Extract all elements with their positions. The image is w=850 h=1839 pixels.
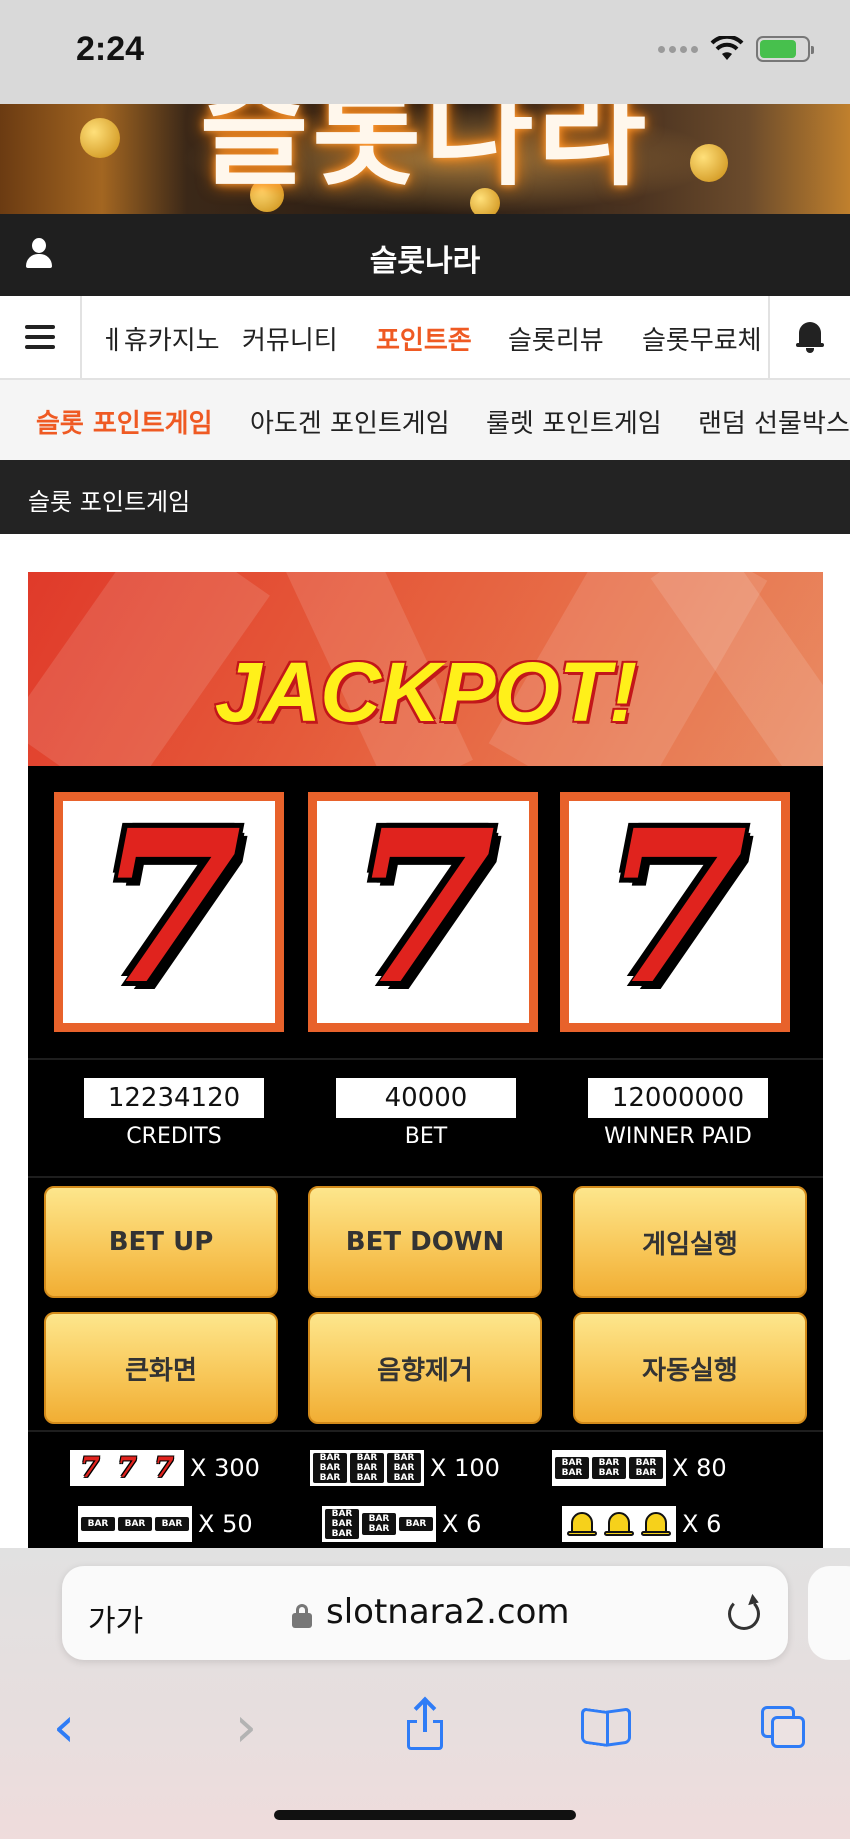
nav-item-point-zone[interactable]: 포인트존 [376, 320, 472, 357]
bet-label: BET [404, 1124, 448, 1149]
site-title[interactable]: 슬롯나라 [0, 236, 850, 280]
jackpot-banner: JACKPOT! [28, 572, 823, 766]
back-button[interactable]: ‹ [24, 1688, 104, 1768]
credits-value: 12234120 [84, 1078, 264, 1118]
book-icon [581, 1707, 631, 1747]
paytable-multiplier: X 80 [672, 1454, 727, 1482]
seven-symbol: 7 [601, 801, 749, 1023]
seven-symbols-icon: 777 [70, 1450, 184, 1486]
mixed-bar-symbols-icon: BAR BAR BAR BAR BAR BAR [322, 1506, 436, 1542]
bet-value: 40000 [336, 1078, 516, 1118]
lock-icon [292, 1604, 312, 1628]
next-tab-preview[interactable] [808, 1566, 850, 1660]
browser-nav-bar: ‹ › [0, 1688, 850, 1778]
home-indicator[interactable] [274, 1810, 576, 1820]
sub-tab-random-gift-box[interactable]: 랜덤 선물박스 [698, 403, 850, 440]
paytable-entry: BAR BAR BAR BAR BAR BAR X 6 [322, 1506, 481, 1542]
paytable-entry: BAR BAR BAR X 50 [78, 1506, 253, 1542]
slot-machine: JACKPOT! 7 7 7 12234120 CREDITS 40000 BE… [28, 572, 823, 1552]
bet-up-button[interactable]: BET UP [44, 1186, 278, 1298]
chevron-left-icon: ‹ [52, 1695, 76, 1760]
forward-button[interactable]: › [206, 1688, 286, 1768]
section-title: 슬롯 포인트게임 [28, 488, 191, 516]
wifi-icon [710, 36, 744, 60]
credits-stat: 12234120 CREDITS [84, 1078, 264, 1149]
share-button[interactable] [385, 1688, 465, 1768]
paytable-entry: 777 X 300 [70, 1450, 260, 1486]
clock: 2:24 [76, 30, 145, 68]
winner-paid-value: 12000000 [588, 1078, 768, 1118]
site-header: 슬롯나라 [0, 214, 850, 296]
fullscreen-button[interactable]: 큰화면 [44, 1312, 278, 1424]
bet-stat: 40000 BET [336, 1078, 516, 1149]
winner-paid-stat: 12000000 WINNER PAID [588, 1078, 768, 1149]
sub-nav[interactable]: 슬롯 포인트게임 아도겐 포인트게임 룰렛 포인트게임 랜덤 선물박스 [0, 380, 850, 460]
triple-bar-symbols-icon: BAR BAR BAR BAR BAR BAR BAR BAR BAR [310, 1450, 424, 1486]
double-bar-symbols-icon: BAR BAR BAR BAR BAR BAR [552, 1450, 666, 1486]
battery-charging-icon [756, 36, 814, 62]
status-icons [658, 36, 814, 62]
notification-bell-icon[interactable] [768, 296, 850, 378]
reel-3: 7 [560, 792, 790, 1032]
single-bar-symbols-icon: BAR BAR BAR [78, 1506, 192, 1542]
reel-1: 7 [54, 792, 284, 1032]
paytable-entry: BAR BAR BAR BAR BAR BAR BAR BAR BAR X 100 [310, 1450, 500, 1486]
reel-2: 7 [308, 792, 538, 1032]
seven-symbol: 7 [349, 801, 497, 1023]
reload-icon[interactable] [728, 1598, 760, 1630]
nav-item-casino[interactable]: ㅔ휴카지노 [100, 320, 220, 357]
tabs-icon [761, 1706, 807, 1750]
main-nav-scroller[interactable]: ㅔ휴카지노 커뮤니티 포인트존 슬롯리뷰 슬롯무료체 [82, 296, 768, 378]
mute-button[interactable]: 음향제거 [308, 1312, 542, 1424]
paytable-multiplier: X 6 [442, 1510, 482, 1538]
paytable-multiplier: X 50 [198, 1510, 253, 1538]
browser-toolbar: 가가 slotnara2.com ‹ › [0, 1548, 850, 1839]
bet-down-button[interactable]: BET DOWN [308, 1186, 542, 1298]
url-text[interactable]: slotnara2.com [326, 1592, 570, 1632]
status-bar: 2:24 [0, 0, 850, 104]
paytable-entry: X 6 [562, 1506, 721, 1542]
share-icon [407, 1696, 443, 1750]
credits-label: CREDITS [126, 1124, 222, 1149]
sub-tab-roulette-point-game[interactable]: 룰렛 포인트게임 [486, 403, 662, 440]
tabs-button[interactable] [744, 1688, 824, 1768]
winner-paid-label: WINNER PAID [604, 1124, 752, 1149]
signal-icon [658, 45, 698, 53]
chevron-right-icon: › [234, 1695, 258, 1760]
bell-symbols-icon [562, 1506, 676, 1542]
banner-title: 슬롯나라 [199, 104, 651, 202]
address-bar[interactable]: 가가 slotnara2.com [62, 1566, 788, 1660]
paytable-entry: BAR BAR BAR BAR BAR BAR X 80 [552, 1450, 727, 1486]
play-button[interactable]: 게임실행 [573, 1186, 807, 1298]
site-banner[interactable]: 슬롯나라 [0, 104, 850, 214]
main-nav: ㅔ휴카지노 커뮤니티 포인트존 슬롯리뷰 슬롯무료체 [0, 296, 850, 380]
nav-item-free-slot[interactable]: 슬롯무료체 [642, 320, 762, 357]
paytable-multiplier: X 300 [190, 1454, 260, 1482]
paytable-multiplier: X 100 [430, 1454, 500, 1482]
nav-item-community[interactable]: 커뮤니티 [242, 320, 338, 357]
nav-item-slot-review[interactable]: 슬롯리뷰 [508, 320, 604, 357]
seven-symbol: 7 [95, 801, 243, 1023]
jackpot-text: JACKPOT! [214, 645, 637, 739]
sub-tab-hadouken-point-game[interactable]: 아도겐 포인트게임 [250, 403, 450, 440]
section-header: 슬롯 포인트게임 [0, 460, 850, 534]
auto-play-button[interactable]: 자동실행 [573, 1312, 807, 1424]
paytable-multiplier: X 6 [682, 1510, 722, 1538]
text-size-button[interactable]: 가가 [88, 1596, 143, 1640]
sub-tab-slot-point-game[interactable]: 슬롯 포인트게임 [36, 403, 213, 440]
hamburger-menu-icon[interactable] [0, 296, 82, 378]
bookmarks-button[interactable] [566, 1688, 646, 1768]
